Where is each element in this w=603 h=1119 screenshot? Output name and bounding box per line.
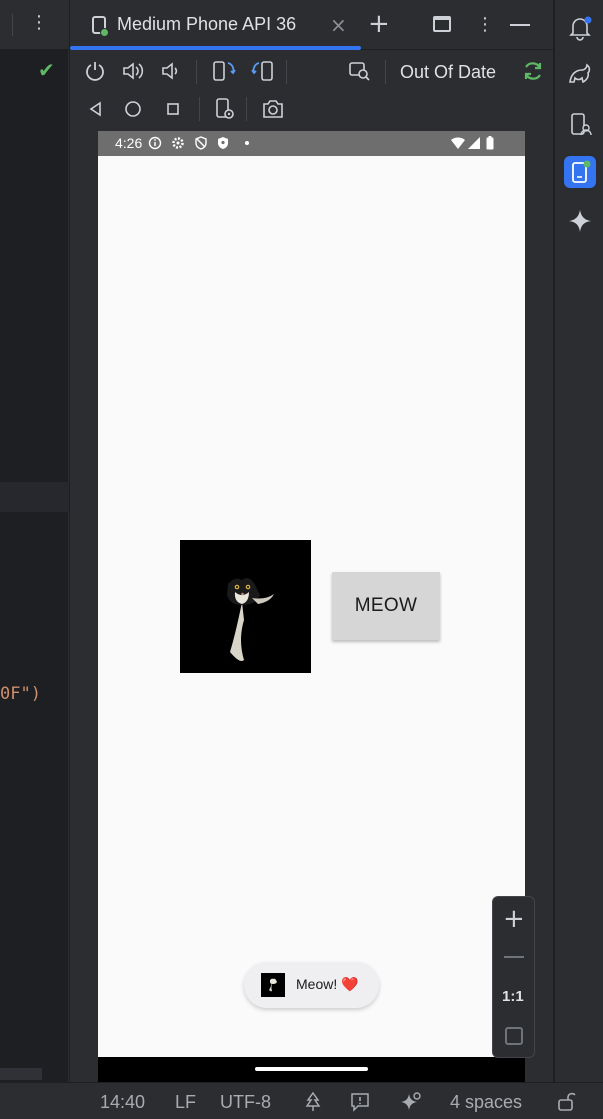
running-devices-icon[interactable] [567, 159, 593, 185]
dot-icon [245, 141, 249, 145]
divider [385, 60, 386, 84]
ai-assistant-icon[interactable] [400, 1091, 422, 1113]
divider [196, 60, 197, 84]
volume-down-icon[interactable] [160, 60, 182, 82]
no-problems-check-icon[interactable]: ✔ [38, 58, 55, 82]
window-layout-icon[interactable] [433, 16, 451, 32]
actual-size-button[interactable]: 1:1 [502, 988, 524, 1005]
device-screen[interactable]: 4:26 MEOW Meow! ❤️ [98, 131, 525, 1082]
signal-icon [468, 137, 480, 149]
device-tab-bar: Medium Phone API 36 × + ⋮ [70, 0, 553, 50]
device-tab[interactable]: Medium Phone API 36 × [70, 0, 361, 50]
close-tab-icon[interactable]: × [330, 13, 347, 37]
caret-position[interactable]: 14:40 [100, 1092, 145, 1113]
device-icon [92, 16, 109, 37]
hide-panel-icon[interactable] [510, 24, 530, 26]
device-tab-label: Medium Phone API 36 [117, 14, 297, 34]
battery-icon [486, 136, 494, 150]
home-icon[interactable] [124, 100, 142, 118]
ide-window: ⋮ ✔ 0F") Medium Phone API 36 × + ⋮ Out O… [0, 0, 603, 1119]
rotate-right-icon[interactable] [250, 59, 276, 83]
ide-status-bar: 14:40 LF UTF-8 4 spaces [0, 1082, 603, 1119]
device-manager-icon[interactable] [567, 111, 593, 137]
refresh-icon[interactable] [522, 60, 544, 82]
divider [199, 97, 200, 121]
camera-icon[interactable] [261, 98, 285, 120]
rotate-left-icon[interactable] [211, 59, 237, 83]
android-status-bar: 4:26 [98, 131, 525, 156]
indentation[interactable]: 4 spaces [450, 1092, 522, 1113]
more-options-icon[interactable]: ⋮ [30, 14, 48, 32]
overview-icon[interactable] [165, 101, 181, 117]
gemini-icon[interactable] [567, 208, 593, 234]
panel-options-icon[interactable]: ⋮ [476, 14, 494, 36]
power-icon[interactable] [84, 60, 106, 82]
code-editor[interactable]: ⋮ ✔ 0F") [0, 0, 69, 1082]
code-line: 0F") [0, 684, 41, 704]
wifi-icon [451, 137, 465, 149]
snapshot-status-label: Out Of Date [400, 62, 497, 82]
line-ending[interactable]: LF [175, 1092, 196, 1113]
toast-text: Meow! ❤️ [296, 976, 359, 992]
settings-icon [172, 137, 184, 149]
status-time: 4:26 [115, 135, 143, 151]
notifications-icon[interactable] [567, 15, 593, 41]
zoom-out-icon[interactable] [504, 956, 524, 958]
security-shield-icon [218, 137, 228, 149]
gesture-handle[interactable] [255, 1067, 368, 1071]
divider [246, 97, 247, 121]
fit-screen-icon[interactable] [505, 1027, 523, 1045]
app-icon [261, 973, 285, 997]
right-tool-strip [554, 0, 603, 1082]
horizontal-scrollbar[interactable] [0, 1068, 42, 1080]
snapshot-search-icon[interactable] [348, 60, 372, 82]
divider [286, 60, 287, 84]
current-line-highlight [0, 482, 69, 512]
code-text: 0F") [0, 684, 41, 704]
zoom-controls: + 1:1 [492, 896, 535, 1058]
toast-message: Meow! ❤️ [244, 962, 379, 1008]
volume-up-icon[interactable] [121, 60, 145, 82]
add-device-icon[interactable]: + [368, 11, 390, 37]
zoom-in-icon[interactable]: + [503, 906, 525, 932]
editor-tab-bar: ⋮ [0, 0, 69, 50]
feedback-icon[interactable] [350, 1092, 370, 1112]
unlock-icon[interactable] [556, 1091, 576, 1113]
gradle-icon[interactable] [567, 62, 593, 88]
file-encoding[interactable]: UTF-8 [220, 1092, 271, 1113]
device-toolbar-top: Out Of Date [70, 50, 553, 92]
meow-button[interactable]: MEOW [332, 572, 440, 640]
gesture-nav-bar [98, 1057, 525, 1082]
cat-image [180, 540, 311, 673]
divider [12, 14, 13, 36]
back-icon[interactable] [88, 101, 104, 117]
shield-icon [195, 136, 207, 150]
tree-icon[interactable] [304, 1092, 322, 1112]
device-toolbar-bottom [70, 90, 553, 130]
device-settings-icon[interactable] [214, 97, 236, 121]
info-icon [148, 136, 162, 150]
